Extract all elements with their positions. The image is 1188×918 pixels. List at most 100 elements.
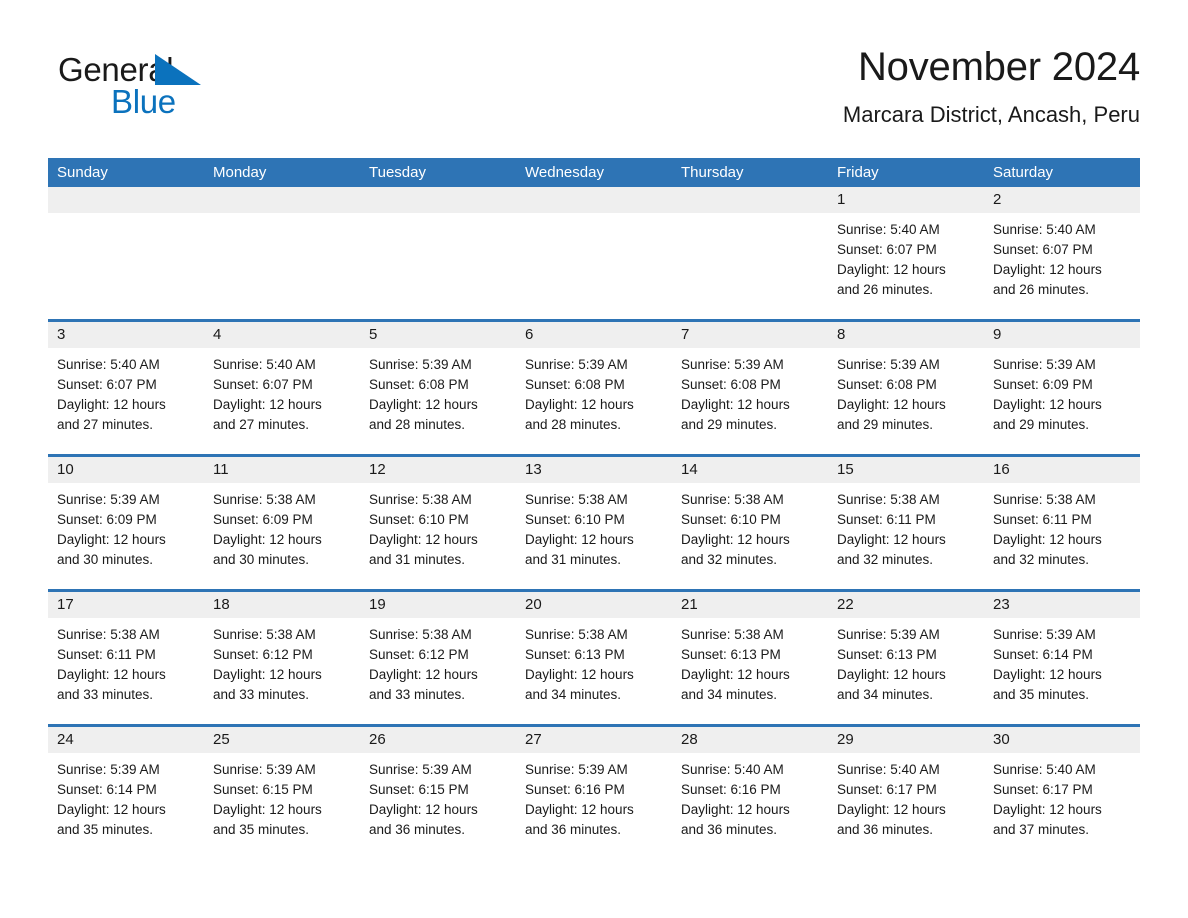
day-number-band (48, 187, 204, 213)
day-number: 6 (525, 326, 534, 343)
day-number: 8 (837, 326, 846, 343)
daylight-duration-line1: Daylight: 12 hours (837, 802, 946, 817)
daylight-duration-line1: Daylight: 12 hours (525, 667, 634, 682)
daylight-duration-line1: Daylight: 12 hours (837, 397, 946, 412)
sunset-time: Sunset: 6:08 PM (681, 377, 781, 392)
day-number-band (204, 187, 360, 213)
day-number-band: 20 (516, 592, 672, 618)
calendar-day-cell[interactable]: 16 Sunrise: 5:38 AM Sunset: 6:11 PM Dayligh… (984, 457, 1140, 589)
day-details: Sunrise: 5:39 AM Sunset: 6:08 PM Daylight:… (828, 348, 984, 435)
calendar-day-cell[interactable]: 15 Sunrise: 5:38 AM Sunset: 6:11 PM Dayligh… (828, 457, 984, 589)
sunrise-time: Sunrise: 5:38 AM (57, 627, 160, 642)
daylight-duration-line2: and 27 minutes. (57, 417, 154, 432)
sunset-time: Sunset: 6:16 PM (681, 782, 781, 797)
calendar-day-cell[interactable]: 20 Sunrise: 5:38 AM Sunset: 6:13 PM Dayligh… (516, 592, 672, 724)
calendar-day-cell[interactable]: 28 Sunrise: 5:40 AM Sunset: 6:16 PM Dayligh… (672, 727, 828, 859)
sunrise-time: Sunrise: 5:39 AM (837, 357, 940, 372)
day-details: Sunrise: 5:39 AM Sunset: 6:14 PM Daylight:… (48, 753, 204, 840)
day-details: Sunrise: 5:38 AM Sunset: 6:13 PM Daylight:… (672, 618, 828, 705)
day-number: 30 (993, 731, 1010, 748)
day-details: Sunrise: 5:38 AM Sunset: 6:09 PM Daylight:… (204, 483, 360, 570)
calendar-day-cell[interactable]: 17 Sunrise: 5:38 AM Sunset: 6:11 PM Dayligh… (48, 592, 204, 724)
sunset-time: Sunset: 6:10 PM (525, 512, 625, 527)
calendar-day-cell[interactable]: 8 Sunrise: 5:39 AM Sunset: 6:08 PM Daylight… (828, 322, 984, 454)
day-number-band: 23 (984, 592, 1140, 618)
daylight-duration-line2: and 33 minutes. (57, 687, 154, 702)
sunset-time: Sunset: 6:11 PM (837, 512, 936, 527)
calendar-day-cell[interactable]: 7 Sunrise: 5:39 AM Sunset: 6:08 PM Daylight… (672, 322, 828, 454)
calendar-page: General Blue November 2024 Marcara Distr… (0, 0, 1188, 918)
sunrise-time: Sunrise: 5:39 AM (369, 762, 472, 777)
daylight-duration-line2: and 36 minutes. (525, 822, 622, 837)
calendar-day-cell[interactable]: 5 Sunrise: 5:39 AM Sunset: 6:08 PM Daylight… (360, 322, 516, 454)
day-number: 28 (681, 731, 698, 748)
calendar-day-cell[interactable]: 1 Sunrise: 5:40 AM Sunset: 6:07 PM Daylight… (828, 187, 984, 319)
sunset-time: Sunset: 6:17 PM (993, 782, 1093, 797)
day-details: Sunrise: 5:38 AM Sunset: 6:13 PM Daylight:… (516, 618, 672, 705)
sunset-time: Sunset: 6:08 PM (369, 377, 469, 392)
calendar-day-cell[interactable]: 24 Sunrise: 5:39 AM Sunset: 6:14 PM Dayligh… (48, 727, 204, 859)
day-number-band: 7 (672, 322, 828, 348)
sunrise-time: Sunrise: 5:40 AM (57, 357, 160, 372)
sunset-time: Sunset: 6:08 PM (837, 377, 937, 392)
calendar-day-cell[interactable]: 25 Sunrise: 5:39 AM Sunset: 6:15 PM Dayligh… (204, 727, 360, 859)
sunset-time: Sunset: 6:17 PM (837, 782, 937, 797)
calendar-week-cells: 10 Sunrise: 5:39 AM Sunset: 6:09 PM Dayligh… (48, 457, 1140, 589)
day-number-band: 3 (48, 322, 204, 348)
calendar-day-cell[interactable]: 29 Sunrise: 5:40 AM Sunset: 6:17 PM Dayligh… (828, 727, 984, 859)
calendar-day-cell[interactable]: 23 Sunrise: 5:39 AM Sunset: 6:14 PM Dayligh… (984, 592, 1140, 724)
daylight-duration-line1: Daylight: 12 hours (369, 667, 478, 682)
sunrise-time: Sunrise: 5:40 AM (993, 762, 1096, 777)
day-number: 12 (369, 461, 386, 478)
calendar-day-cell[interactable]: 4 Sunrise: 5:40 AM Sunset: 6:07 PM Daylight… (204, 322, 360, 454)
day-number: 18 (213, 596, 230, 613)
weekday-header-monday: Monday (213, 164, 267, 181)
calendar-day-cell[interactable]: 30 Sunrise: 5:40 AM Sunset: 6:17 PM Dayligh… (984, 727, 1140, 859)
weekday-header-thursday: Thursday (681, 164, 744, 181)
calendar-day-cell[interactable]: 2 Sunrise: 5:40 AM Sunset: 6:07 PM Daylight… (984, 187, 1140, 319)
daylight-duration-line1: Daylight: 12 hours (57, 397, 166, 412)
daylight-duration-line1: Daylight: 12 hours (213, 532, 322, 547)
page-header: General Blue November 2024 Marcara Distr… (48, 42, 1140, 146)
day-number: 10 (57, 461, 74, 478)
day-number-band: 11 (204, 457, 360, 483)
calendar-day-cell[interactable]: 14 Sunrise: 5:38 AM Sunset: 6:10 PM Dayligh… (672, 457, 828, 589)
calendar-week-row: 1 Sunrise: 5:40 AM Sunset: 6:07 PM Daylight… (48, 187, 1140, 319)
calendar-day-cell[interactable]: 6 Sunrise: 5:39 AM Sunset: 6:08 PM Daylight… (516, 322, 672, 454)
calendar-day-cell[interactable]: 18 Sunrise: 5:38 AM Sunset: 6:12 PM Dayligh… (204, 592, 360, 724)
day-details: Sunrise: 5:38 AM Sunset: 6:10 PM Daylight:… (672, 483, 828, 570)
daylight-duration-line1: Daylight: 12 hours (681, 532, 790, 547)
calendar-day-cell[interactable]: 21 Sunrise: 5:38 AM Sunset: 6:13 PM Dayligh… (672, 592, 828, 724)
daylight-duration-line1: Daylight: 12 hours (213, 397, 322, 412)
calendar-day-cell[interactable]: 12 Sunrise: 5:38 AM Sunset: 6:10 PM Dayligh… (360, 457, 516, 589)
calendar-week-cells: 17 Sunrise: 5:38 AM Sunset: 6:11 PM Dayligh… (48, 592, 1140, 724)
day-details: Sunrise: 5:39 AM Sunset: 6:13 PM Daylight:… (828, 618, 984, 705)
brand-logo[interactable]: General Blue (58, 50, 208, 126)
sunset-time: Sunset: 6:09 PM (213, 512, 313, 527)
day-number-band: 30 (984, 727, 1140, 753)
daylight-duration-line1: Daylight: 12 hours (369, 532, 478, 547)
weekday-header-sunday: Sunday (57, 164, 108, 181)
calendar-day-cell-empty (204, 187, 360, 319)
daylight-duration-line2: and 26 minutes. (837, 282, 934, 297)
day-number: 7 (681, 326, 690, 343)
day-details: Sunrise: 5:39 AM Sunset: 6:08 PM Daylight:… (672, 348, 828, 435)
calendar-day-cell[interactable]: 3 Sunrise: 5:40 AM Sunset: 6:07 PM Daylight… (48, 322, 204, 454)
day-number-band: 19 (360, 592, 516, 618)
calendar-day-cell[interactable]: 9 Sunrise: 5:39 AM Sunset: 6:09 PM Daylight… (984, 322, 1140, 454)
day-number: 29 (837, 731, 854, 748)
day-number-band: 6 (516, 322, 672, 348)
daylight-duration-line2: and 31 minutes. (369, 552, 466, 567)
calendar-day-cell[interactable]: 27 Sunrise: 5:39 AM Sunset: 6:16 PM Dayligh… (516, 727, 672, 859)
brand-name-blue: Blue (111, 83, 176, 120)
day-number-band: 26 (360, 727, 516, 753)
calendar-day-cell[interactable]: 11 Sunrise: 5:38 AM Sunset: 6:09 PM Dayligh… (204, 457, 360, 589)
calendar-day-cell[interactable]: 10 Sunrise: 5:39 AM Sunset: 6:09 PM Dayligh… (48, 457, 204, 589)
calendar-day-cell[interactable]: 26 Sunrise: 5:39 AM Sunset: 6:15 PM Dayligh… (360, 727, 516, 859)
day-number-band: 16 (984, 457, 1140, 483)
weekday-header-row: Sunday Monday Tuesday Wednesday Thursday… (48, 158, 1140, 187)
calendar-day-cell[interactable]: 22 Sunrise: 5:39 AM Sunset: 6:13 PM Dayligh… (828, 592, 984, 724)
daylight-duration-line2: and 33 minutes. (213, 687, 310, 702)
calendar-day-cell[interactable]: 19 Sunrise: 5:38 AM Sunset: 6:12 PM Dayligh… (360, 592, 516, 724)
calendar-day-cell[interactable]: 13 Sunrise: 5:38 AM Sunset: 6:10 PM Dayligh… (516, 457, 672, 589)
